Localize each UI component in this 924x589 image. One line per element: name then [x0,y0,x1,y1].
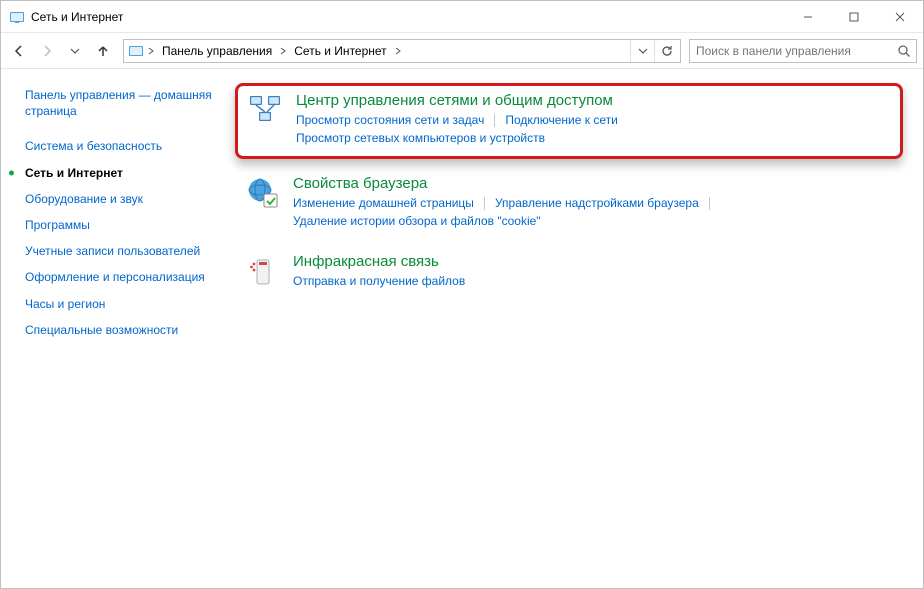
search-input[interactable] [694,43,896,59]
sidebar-item-user-accounts[interactable]: Учетные записи пользователей [25,238,221,264]
breadcrumb-segment[interactable]: Панель управления [158,44,276,58]
sidebar-item-clock-region[interactable]: Часы и регион [25,291,221,317]
content-area: Панель управления — домашняя страница Си… [1,69,923,588]
close-button[interactable] [877,1,923,33]
search-icon[interactable] [896,44,912,58]
category-internet-options: Свойства браузера Изменение домашней стр… [235,167,903,237]
chevron-right-icon[interactable] [144,47,158,55]
maximize-button[interactable] [831,1,877,33]
window: Сеть и Интернет [0,0,924,589]
main-content: Центр управления сетями и общим доступом… [221,69,923,588]
control-panel-icon [128,43,144,59]
breadcrumb-path: Панель управления Сеть и Интернет [126,43,630,59]
chevron-right-icon[interactable] [391,47,405,55]
chevron-right-icon[interactable] [276,47,290,55]
infrared-icon [245,253,281,289]
task-link[interactable]: Удаление истории обзора и файлов "cookie… [293,213,541,229]
back-button[interactable] [7,39,31,63]
up-button[interactable] [91,39,115,63]
task-link[interactable]: Просмотр сетевых компьютеров и устройств [296,130,545,146]
forward-button[interactable] [35,39,59,63]
category-title[interactable]: Центр управления сетями и общим доступом [296,92,890,109]
sidebar-home-link[interactable]: Панель управления — домашняя страница [25,87,221,119]
sidebar-item-network-internet[interactable]: Сеть и Интернет [25,160,221,186]
refresh-button[interactable] [654,40,678,62]
internet-options-icon [245,175,281,211]
category-title[interactable]: Свойства браузера [293,175,893,192]
sidebar-item-appearance[interactable]: Оформление и персонализация [25,264,221,290]
search-box[interactable] [689,39,917,63]
task-link[interactable]: Управление надстройками браузера [495,195,699,211]
breadcrumb-segment[interactable]: Сеть и Интернет [290,44,390,58]
titlebar: Сеть и Интернет [1,1,923,33]
network-sharing-icon [248,92,284,128]
task-link[interactable]: Подключение к сети [505,112,617,128]
breadcrumb[interactable]: Панель управления Сеть и Интернет [123,39,681,63]
sidebar-category-list: Система и безопасность Сеть и Интернет О… [25,133,221,343]
category-title[interactable]: Инфракрасная связь [293,253,893,270]
category-network-sharing-center: Центр управления сетями и общим доступом… [235,83,903,159]
sidebar-item-programs[interactable]: Программы [25,212,221,238]
divider [709,197,710,210]
recent-locations-button[interactable] [63,39,87,63]
breadcrumb-dropdown-button[interactable] [630,40,654,62]
category-infrared: Инфракрасная связь Отправка и получение … [235,245,903,297]
control-panel-icon [9,9,25,25]
sidebar-item-ease-of-access[interactable]: Специальные возможности [25,317,221,343]
sidebar-item-system-security[interactable]: Система и безопасность [25,133,221,159]
task-link[interactable]: Изменение домашней страницы [293,195,474,211]
minimize-button[interactable] [785,1,831,33]
divider [484,197,485,210]
sidebar-item-hardware-sound[interactable]: Оборудование и звук [25,186,221,212]
sidebar: Панель управления — домашняя страница Си… [1,69,221,588]
navbar: Панель управления Сеть и Интернет [1,33,923,69]
divider [494,114,495,127]
window-title: Сеть и Интернет [31,10,123,24]
task-link[interactable]: Отправка и получение файлов [293,273,465,289]
task-link[interactable]: Просмотр состояния сети и задач [296,112,484,128]
